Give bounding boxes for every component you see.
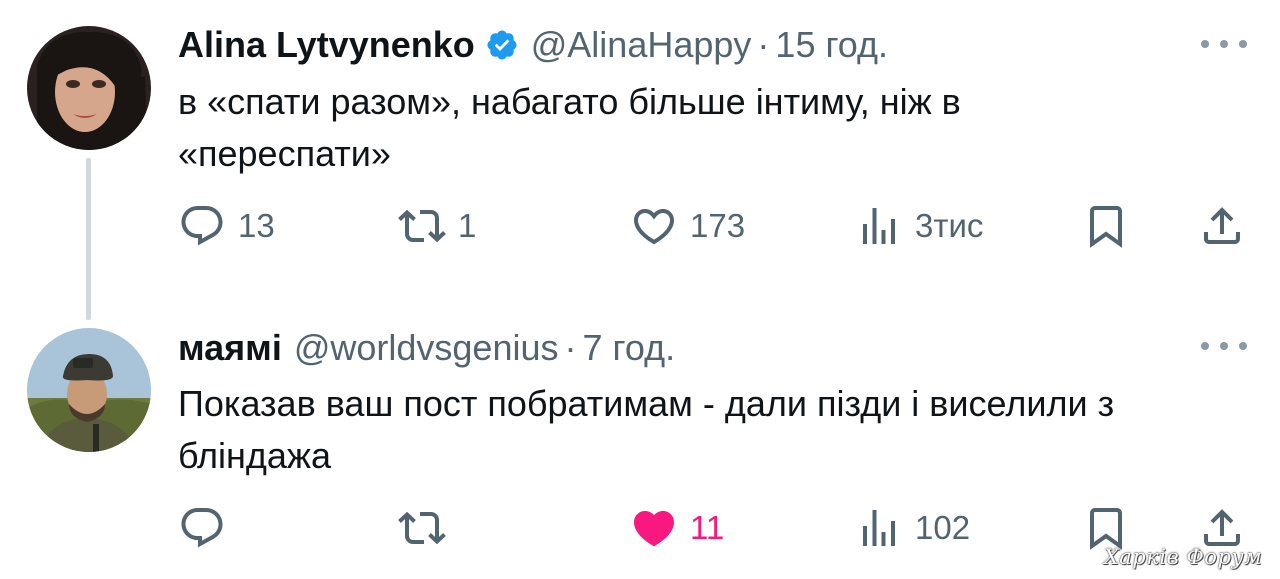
- timestamp[interactable]: 15 год.: [775, 20, 888, 70]
- separator: ·: [564, 327, 577, 368]
- reply-icon: [181, 206, 223, 246]
- action-bar: 11 102: [0, 496, 1280, 560]
- bookmark-button[interactable]: [1082, 194, 1130, 258]
- like-count: 173: [690, 207, 746, 244]
- tweet[interactable]: Alina Lytvynenko @AlinaHappy · 15 год. в…: [0, 0, 1280, 320]
- author-name[interactable]: Alina Lytvynenko: [178, 20, 475, 70]
- tweet[interactable]: маямі @worldvsgenius · 7 год. Показав ва…: [0, 300, 1280, 579]
- separator: ·: [757, 24, 770, 65]
- like-button[interactable]: 11: [630, 496, 724, 560]
- views-icon: [863, 510, 895, 546]
- reply-button[interactable]: 13: [178, 194, 275, 258]
- views-count: 3тис: [915, 207, 984, 244]
- reply-icon: [181, 508, 223, 548]
- avatar[interactable]: [27, 328, 151, 452]
- tweet-header: Alina Lytvynenko @AlinaHappy · 15 год.: [178, 20, 888, 70]
- retweet-button[interactable]: 1: [398, 194, 476, 258]
- author-handle[interactable]: @worldvsgenius: [294, 323, 559, 373]
- share-icon: [1204, 207, 1240, 244]
- retweet-icon: [398, 511, 446, 545]
- avatar[interactable]: [27, 26, 151, 150]
- more-icon[interactable]: [1201, 34, 1247, 54]
- like-count: 11: [690, 509, 725, 546]
- author-name[interactable]: маямі: [178, 323, 282, 373]
- share-button[interactable]: [1198, 194, 1246, 258]
- tweet-text: в «спати разом», набагато більше інтиму,…: [178, 81, 961, 174]
- tweet-header: маямі @worldvsgenius · 7 год.: [178, 323, 675, 373]
- reply-button[interactable]: [178, 496, 226, 560]
- retweet-count: 1: [458, 207, 477, 244]
- timestamp[interactable]: 7 год.: [582, 323, 675, 373]
- author-handle[interactable]: @AlinaHappy: [531, 20, 752, 70]
- views-icon: [863, 208, 895, 244]
- verified-badge-icon: [485, 28, 519, 62]
- bookmark-icon: [1090, 206, 1122, 248]
- like-icon: [633, 209, 675, 245]
- views-count: 102: [915, 509, 971, 546]
- tweet-text: Показав ваш пост побратимам - дали пізди…: [178, 383, 1115, 476]
- action-bar: 13 1 173 3тис: [0, 194, 1280, 258]
- more-icon[interactable]: [1201, 336, 1247, 356]
- like-button[interactable]: 173: [630, 194, 745, 258]
- retweet-icon: [398, 209, 446, 243]
- watermark: Харків Форум: [1103, 545, 1262, 569]
- reply-count: 13: [238, 207, 275, 244]
- retweet-button[interactable]: [398, 496, 446, 560]
- views-button[interactable]: 3тис: [855, 194, 983, 258]
- like-icon-filled: [633, 511, 675, 547]
- views-button[interactable]: 102: [855, 496, 970, 560]
